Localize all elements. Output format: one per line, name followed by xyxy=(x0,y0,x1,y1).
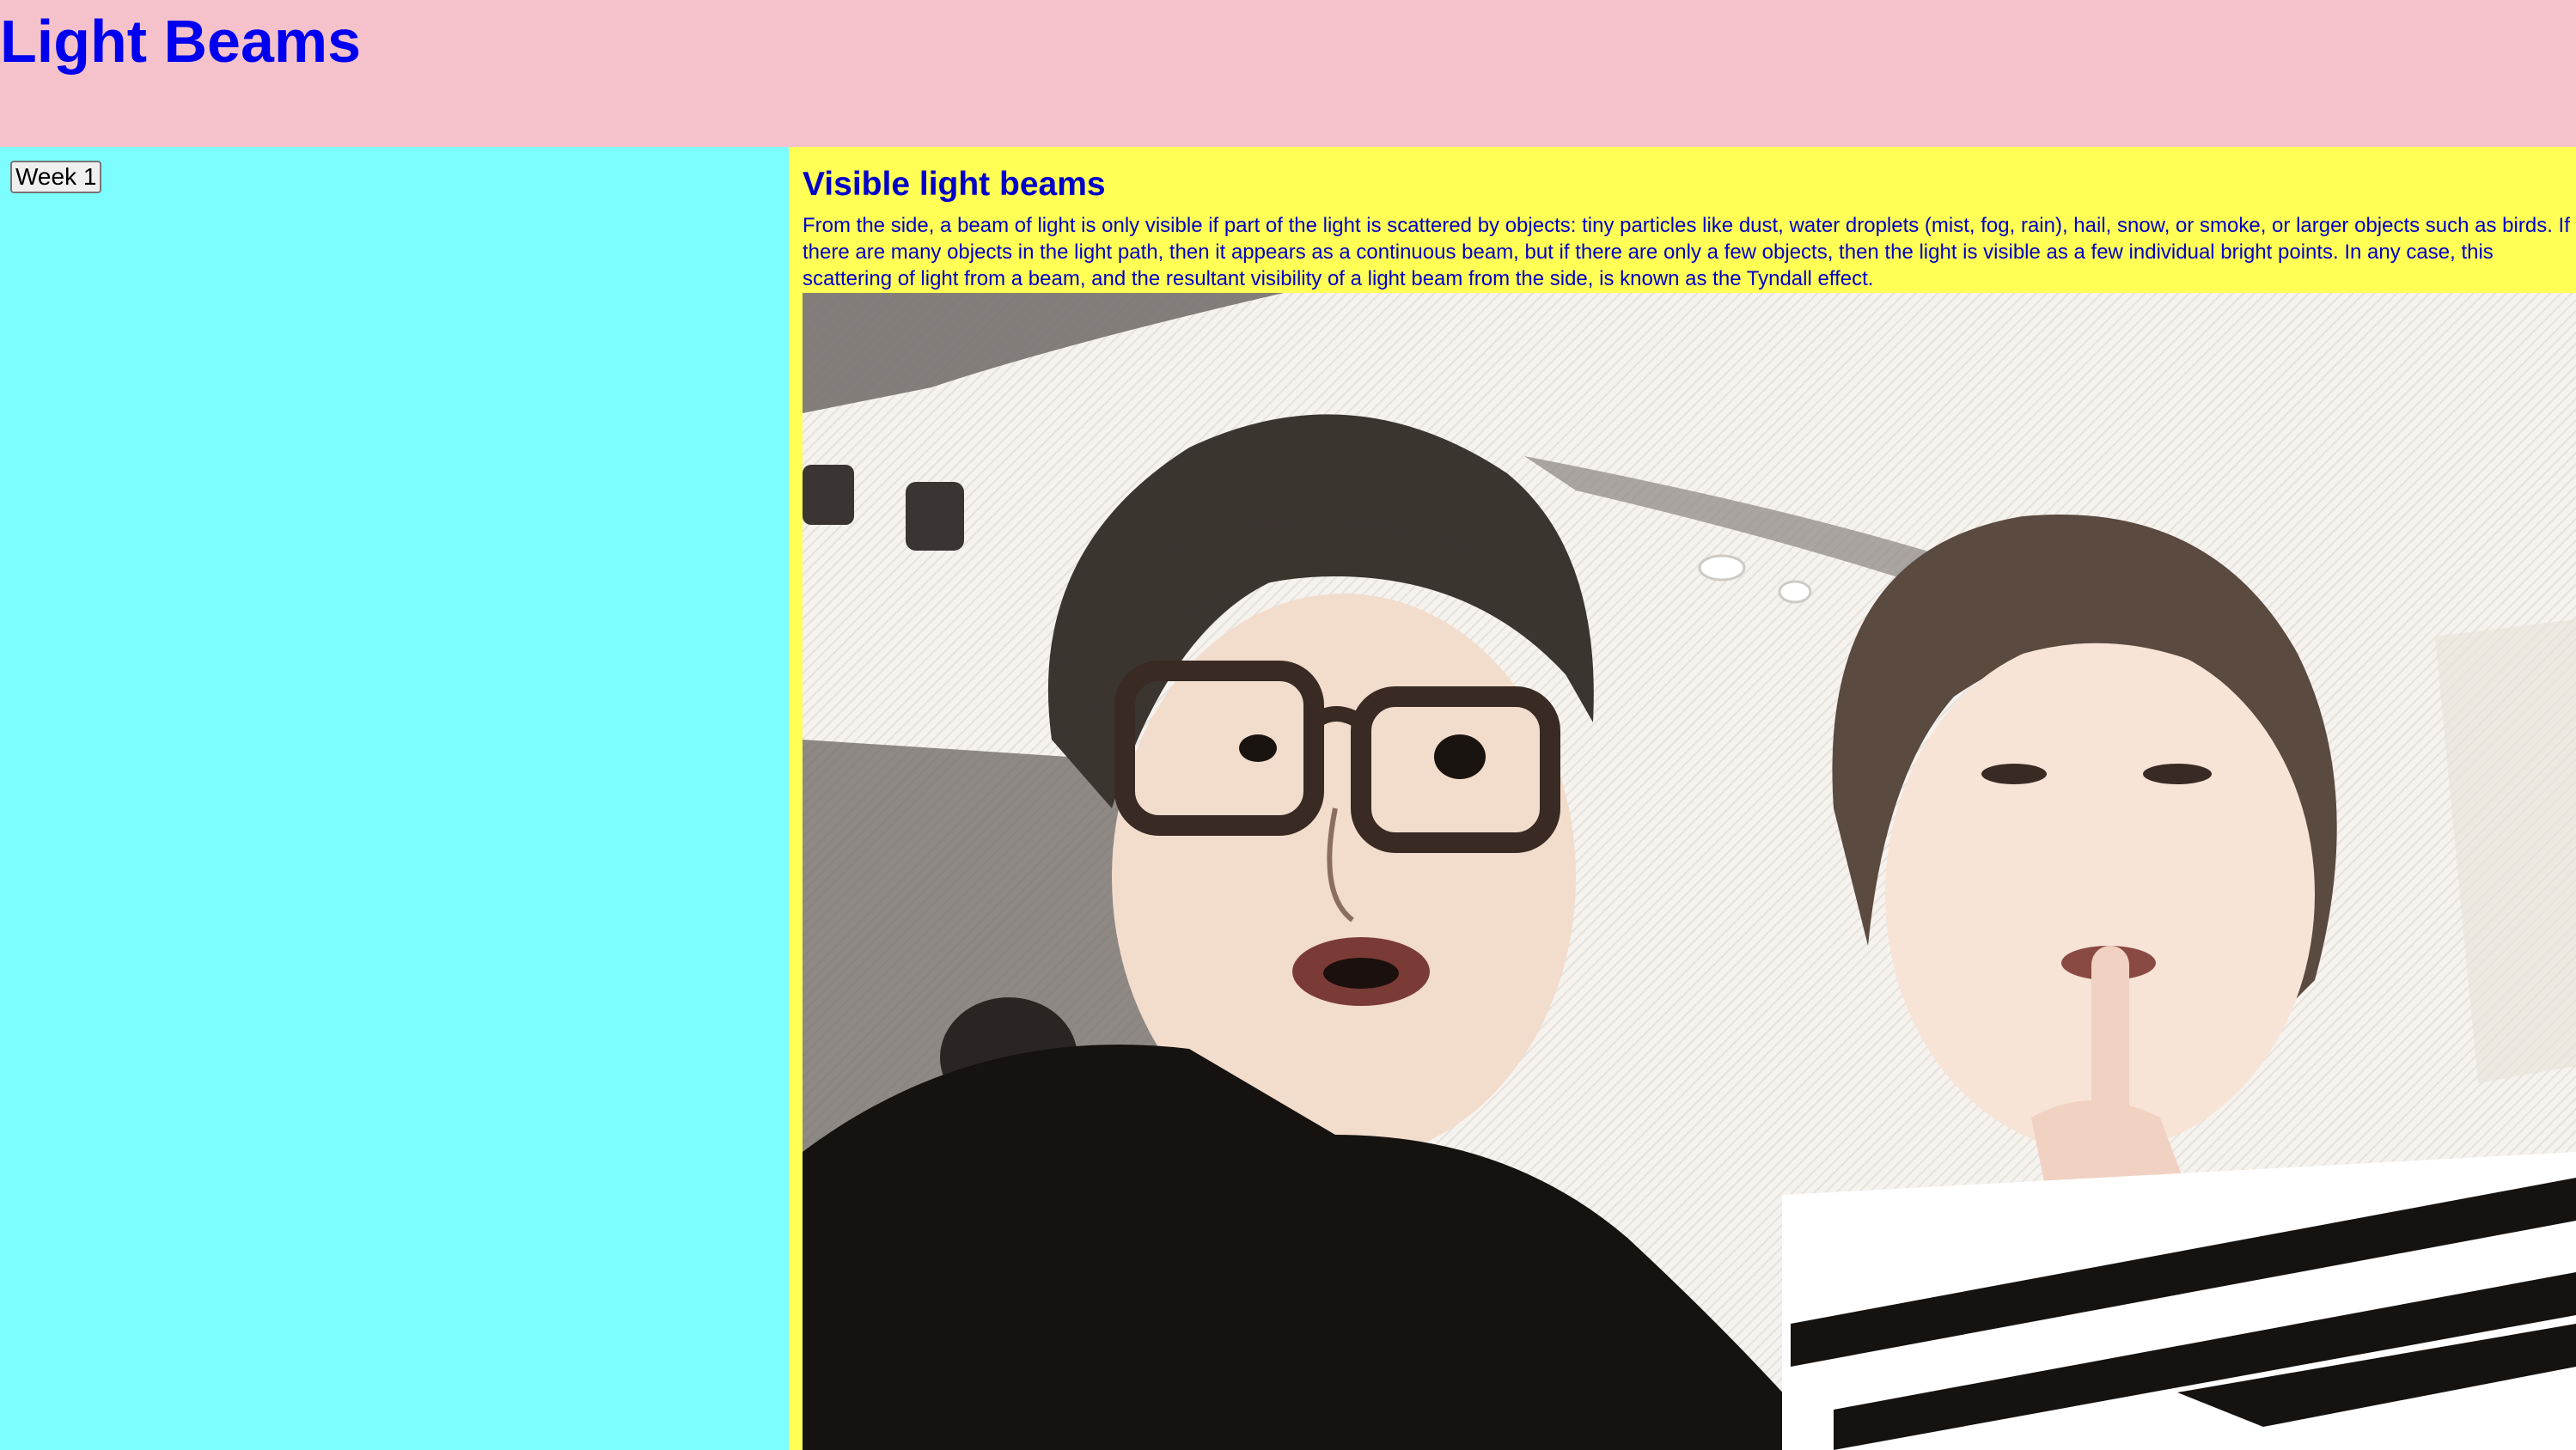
photo-illustration xyxy=(803,293,2576,1450)
week-1-button[interactable]: Week 1 xyxy=(10,161,102,193)
page-title: Light Beams xyxy=(0,8,362,75)
section-paragraph: From the side, a beam of light is only v… xyxy=(803,214,2570,290)
page-header: Light Beams xyxy=(0,0,2576,147)
sidebar: Week 1 xyxy=(0,147,789,1450)
main-content: Visible light beams From the side, a bea… xyxy=(789,147,2576,1450)
section-heading: Visible light beams xyxy=(803,166,1106,203)
selfie-photo xyxy=(803,293,2576,1450)
